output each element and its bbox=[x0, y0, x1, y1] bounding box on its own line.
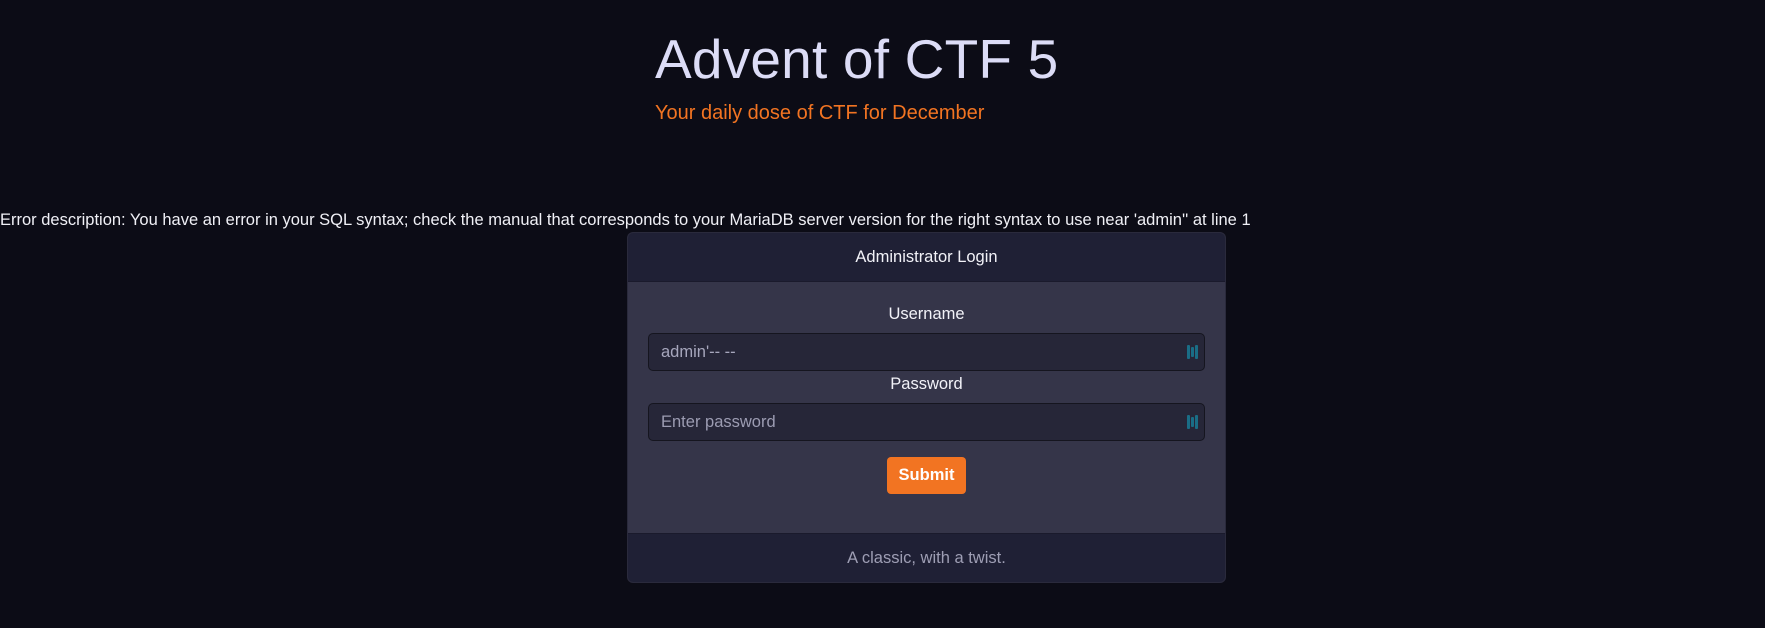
login-card: Administrator Login Username Password Su… bbox=[628, 233, 1225, 582]
login-form: Username Password Submit bbox=[628, 282, 1225, 532]
password-field-wrap bbox=[648, 403, 1205, 441]
username-input[interactable] bbox=[648, 333, 1205, 371]
login-card-header: Administrator Login bbox=[628, 233, 1225, 282]
password-label: Password bbox=[890, 375, 963, 393]
login-card-footer: A classic, with a twist. bbox=[628, 533, 1225, 582]
username-field-wrap bbox=[648, 333, 1205, 371]
sql-error-message: Error description: You have an error in … bbox=[0, 211, 1251, 229]
site-subtitle: Your daily dose of CTF for December bbox=[655, 102, 985, 124]
password-manager-icon[interactable] bbox=[1187, 344, 1199, 360]
username-label: Username bbox=[888, 305, 965, 323]
site-header: Advent of CTF 5 Your daily dose of CTF f… bbox=[655, 24, 1058, 125]
submit-button[interactable]: Submit bbox=[886, 457, 967, 494]
site-title: Advent of CTF 5 bbox=[655, 28, 1059, 90]
password-input[interactable] bbox=[648, 403, 1205, 441]
password-manager-icon[interactable] bbox=[1187, 414, 1199, 430]
submit-row: Submit bbox=[648, 457, 1205, 494]
